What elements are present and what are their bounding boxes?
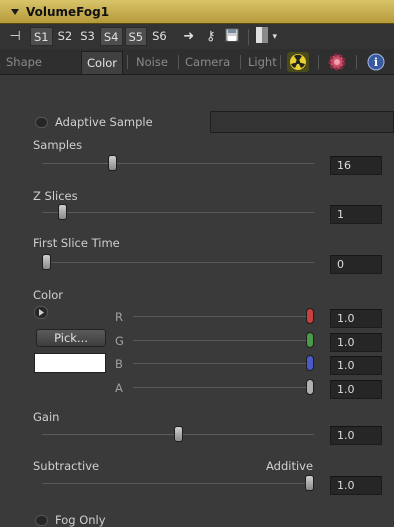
first-slice-time-label: First Slice Time: [33, 236, 120, 250]
first-slice-time-slider-thumb[interactable]: [42, 254, 51, 270]
subtractive-label: Subtractive: [33, 459, 100, 473]
tab-camera[interactable]: Camera: [185, 51, 230, 74]
key-icon[interactable]: ⚷: [200, 29, 222, 44]
adaptive-sample-label: Adaptive Sample: [55, 115, 153, 129]
tab-separator: [127, 55, 128, 69]
slot-s3[interactable]: S3: [77, 27, 98, 46]
info-icon[interactable]: i: [365, 52, 387, 72]
toolbar: ⊣ S1 S2 S3 S4 S5 S6 ➜ ⚷ ▾: [0, 24, 394, 49]
channel-a-track: [133, 387, 314, 388]
pin-icon[interactable]: ⊣: [0, 29, 30, 44]
channel-r-label: R: [115, 310, 123, 324]
additive-label: Additive: [266, 459, 314, 473]
slot-s1[interactable]: S1: [30, 27, 53, 46]
subtractive-additive-value[interactable]: 1.0: [330, 476, 382, 495]
node-title: VolumeFog1: [26, 4, 110, 19]
samples-value[interactable]: 16: [330, 156, 382, 175]
channel-a-value[interactable]: 1.0: [330, 380, 382, 399]
color-expand-icon[interactable]: [34, 306, 48, 319]
tab-separator: [356, 55, 357, 69]
z-slices-label: Z Slices: [33, 189, 78, 203]
gear-icon[interactable]: [326, 52, 348, 72]
adaptive-sample-checkbox[interactable]: [35, 117, 48, 128]
subtractive-additive-slider-track: [42, 483, 314, 484]
node-title-bar[interactable]: VolumeFog1: [0, 0, 394, 24]
slot-s4[interactable]: S4: [99, 27, 123, 46]
arrow-right-icon[interactable]: ➜: [178, 29, 200, 44]
channel-r-value[interactable]: 1.0: [330, 309, 382, 328]
tab-separator: [240, 55, 241, 69]
fog-only-label: Fog Only: [55, 513, 106, 527]
save-icon[interactable]: [222, 28, 242, 46]
tab-light[interactable]: Light: [248, 51, 277, 74]
collapse-triangle-icon[interactable]: [11, 8, 19, 15]
tab-shape[interactable]: Shape: [6, 51, 42, 74]
slot-s2[interactable]: S2: [55, 27, 76, 46]
z-slices-slider-thumb[interactable]: [57, 204, 67, 220]
channel-b-thumb[interactable]: [306, 355, 314, 371]
slot-s5[interactable]: S5: [124, 27, 148, 46]
color-label: Color: [33, 288, 64, 302]
samples-slider-thumb[interactable]: [107, 155, 117, 171]
gain-label: Gain: [33, 410, 60, 424]
tab-separator: [318, 55, 319, 69]
tab-noise[interactable]: Noise: [136, 51, 168, 74]
svg-text:i: i: [374, 56, 378, 69]
gain-slider-thumb[interactable]: [173, 426, 183, 442]
color-swatch[interactable]: [34, 353, 106, 373]
samples-label: Samples: [33, 138, 83, 152]
channel-b-value[interactable]: 1.0: [330, 356, 382, 375]
channel-b-track: [133, 363, 314, 364]
channel-a-label: A: [115, 381, 123, 395]
tab-separator: [178, 55, 179, 69]
channel-g-thumb[interactable]: [306, 332, 314, 348]
subtractive-additive-slider-thumb[interactable]: [305, 475, 314, 491]
first-slice-time-value[interactable]: 0: [330, 255, 382, 274]
channel-r-thumb[interactable]: [306, 308, 314, 324]
tab-bar: Shape Color Noise Camera Light i: [0, 49, 394, 75]
channel-g-value[interactable]: 1.0: [330, 333, 382, 352]
channel-g-track: [133, 340, 314, 341]
slot-s6[interactable]: S6: [149, 27, 170, 46]
first-slice-time-slider-track: [42, 262, 314, 263]
z-slices-value[interactable]: 1: [330, 205, 382, 224]
toolbar-divider: [247, 28, 249, 45]
pick-color-button[interactable]: Pick...: [36, 329, 106, 347]
channel-b-label: B: [115, 357, 123, 371]
fog-only-checkbox[interactable]: [35, 515, 48, 526]
tab-color[interactable]: Color: [81, 51, 124, 74]
channel-r-track: [133, 316, 314, 317]
adaptive-sample-field: [210, 111, 394, 133]
view-toggle-icon[interactable]: [255, 26, 269, 47]
samples-slider-track: [42, 163, 314, 164]
dropdown-arrow-icon[interactable]: ▾: [269, 32, 281, 42]
gain-value[interactable]: 1.0: [330, 426, 382, 445]
tab-separator: [280, 55, 281, 69]
radiation-icon[interactable]: [287, 52, 309, 72]
channel-a-thumb[interactable]: [306, 379, 314, 395]
z-slices-slider-track: [42, 212, 314, 213]
channel-g-label: G: [115, 334, 124, 348]
